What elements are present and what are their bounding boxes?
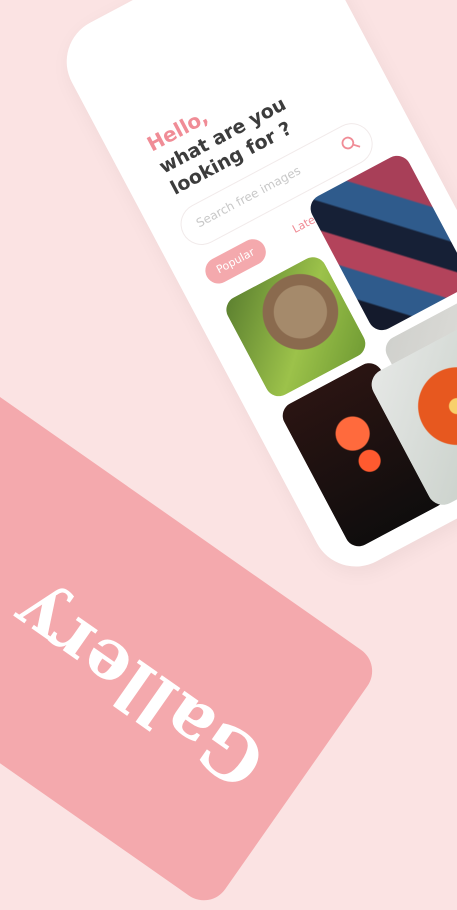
gallery-title: Gallery [0, 572, 280, 805]
search-icon[interactable] [338, 132, 362, 156]
tab-popular[interactable]: Popular [200, 234, 271, 289]
